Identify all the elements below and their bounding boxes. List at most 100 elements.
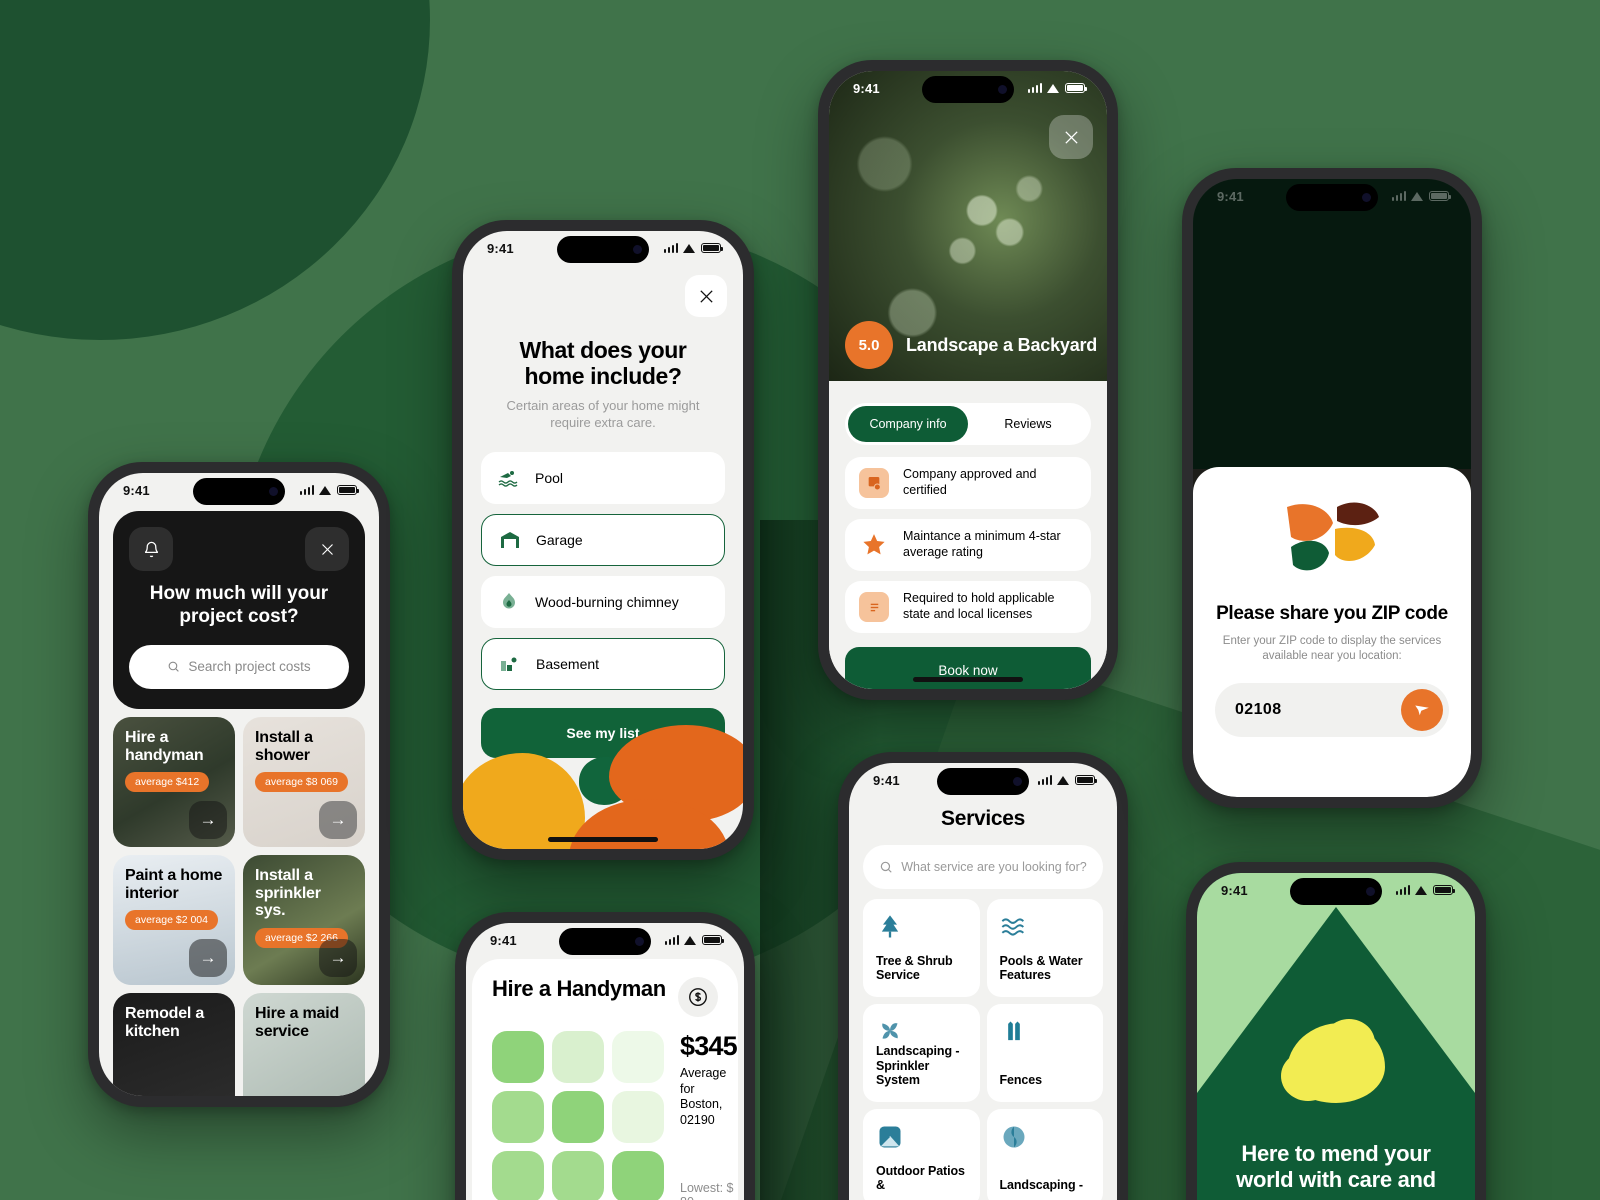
page-title: Landscape a Backyard	[906, 334, 1098, 355]
home-indicator	[913, 677, 1023, 682]
option-garage[interactable]: Garage	[481, 513, 725, 566]
close-icon[interactable]	[1049, 115, 1093, 159]
price-heatmap	[492, 1031, 664, 1200]
cellular-icon	[299, 485, 314, 495]
waves-icon	[1001, 918, 1024, 936]
project-card-title: Paint a home interior	[125, 866, 223, 902]
garage-icon	[501, 531, 519, 548]
option-basement[interactable]: Basement	[481, 637, 725, 690]
battery-icon	[1065, 83, 1087, 93]
project-card[interactable]: Paint a home interior average $2 004 →	[113, 854, 235, 985]
project-card-title: Hire a maid service	[255, 1004, 340, 1040]
project-card-title: Hire a handyman	[125, 728, 204, 764]
page-subtitle: Certain areas of your home might require…	[506, 397, 700, 430]
heatmap-cell	[612, 1091, 664, 1143]
project-card[interactable]: Install a sprinkler sys. average $2 266 …	[243, 854, 365, 985]
document-icon	[859, 592, 889, 622]
screen-handyman-price: 9:41 Hire a Handyman $345 Average for Bo…	[466, 923, 744, 1200]
service-label: Fences	[999, 1073, 1043, 1088]
arrow-right-icon[interactable]: →	[189, 938, 227, 977]
dynamic-island	[559, 928, 651, 955]
project-card[interactable]: Remodel a kitchen	[113, 992, 235, 1096]
decor-blob-yellow	[463, 753, 585, 849]
heatmap-cell	[492, 1091, 544, 1143]
wifi-icon	[1415, 885, 1428, 895]
wifi-icon	[319, 485, 332, 495]
battery-icon	[1075, 775, 1097, 785]
arrow-right-icon[interactable]: →	[319, 800, 357, 839]
header-row: Hire a Handyman	[472, 959, 738, 1017]
service-card[interactable]: Pools & Water Features	[986, 899, 1103, 997]
dollar-circle-icon[interactable]	[678, 977, 718, 1017]
sheet-subtitle: Enter your ZIP code to display the servi…	[1222, 634, 1442, 663]
arrow-right-icon[interactable]: →	[189, 800, 227, 839]
info-text: Company approved and certified	[903, 467, 1037, 497]
status-time: 9:41	[853, 80, 880, 96]
tab-reviews[interactable]: Reviews	[968, 406, 1088, 442]
bell-icon[interactable]	[129, 527, 173, 571]
close-icon[interactable]	[685, 275, 727, 317]
cellular-icon	[1395, 885, 1410, 895]
status-time: 9:41	[1221, 882, 1248, 898]
option-chimney[interactable]: Wood-burning chimney	[481, 575, 725, 628]
service-label: Outdoor Patios &	[876, 1163, 965, 1193]
info-row: Company approved and certified	[845, 457, 1091, 509]
dynamic-island	[1290, 878, 1382, 905]
info-row: Maintance a minimum 4-star average ratin…	[845, 519, 1091, 571]
cellular-icon	[663, 243, 678, 253]
rating-badge: 5.0	[845, 321, 893, 369]
search-input[interactable]: What service are you looking for?	[863, 845, 1103, 889]
options-list: Pool Garage Wood-burning chimney Basemen…	[481, 451, 725, 690]
book-now-button[interactable]: Book now	[845, 647, 1091, 689]
tab-company-info[interactable]: Company info	[848, 406, 968, 442]
project-card[interactable]: Install a shower average $8 069 →	[243, 716, 365, 847]
star-icon	[859, 530, 889, 560]
send-icon[interactable]	[1401, 688, 1443, 731]
zip-input[interactable]: 02108	[1215, 682, 1449, 737]
sheet-title: Please share you ZIP code	[1216, 603, 1448, 624]
project-card[interactable]: Hire a maid service	[243, 992, 365, 1096]
search-icon	[880, 861, 892, 873]
certificate-icon	[859, 468, 889, 498]
service-card[interactable]: Outdoor Patios &	[863, 1109, 980, 1200]
search-placeholder: Search project costs	[188, 659, 311, 675]
wifi-icon	[683, 243, 696, 253]
project-card[interactable]: Hire a handyman average $412 →	[113, 716, 235, 847]
card-header-row	[129, 527, 349, 571]
status-icons	[664, 935, 724, 945]
screen-project-cost: 9:41 How much will your project cost? Se…	[99, 473, 379, 1096]
option-pool[interactable]: Pool	[481, 451, 725, 504]
search-input[interactable]: Search project costs	[129, 644, 349, 689]
service-card[interactable]: Landscaping - Sprinkler System	[863, 1004, 980, 1102]
dynamic-island	[922, 76, 1014, 103]
sprinkler-icon	[882, 1023, 898, 1039]
screen-zip-code: 9:41 Hello, Lindsey! Please enter you Zi…	[1193, 179, 1471, 797]
service-card[interactable]: Landscaping -	[986, 1109, 1103, 1200]
pool-icon	[498, 470, 518, 487]
patio-icon	[879, 1126, 901, 1148]
project-card-badge: average $8 069	[255, 772, 348, 793]
service-card[interactable]: Tree & Shrub Service	[863, 899, 980, 997]
cellular-icon	[664, 935, 679, 945]
service-card[interactable]: Fences	[986, 1004, 1103, 1102]
option-label: Basement	[536, 655, 600, 672]
project-card-title: Remodel a kitchen	[125, 1004, 205, 1040]
project-card-title: Install a sprinkler sys.	[255, 866, 321, 920]
wifi-icon	[1047, 83, 1060, 93]
arrow-right-icon[interactable]: →	[319, 938, 357, 977]
service-label: Pools & Water Features	[999, 953, 1083, 983]
hero-title-row: 5.0 Landscape a Backyard	[829, 321, 1107, 369]
close-icon[interactable]	[305, 527, 349, 571]
flame-icon	[503, 592, 515, 609]
heatmap-cell	[612, 1031, 664, 1083]
onboarding-headline: Here to mend your world with care and	[1236, 1141, 1436, 1193]
phone-onboarding: 9:41 Here to mend your world with care a…	[1186, 862, 1486, 1200]
dynamic-island	[557, 236, 649, 263]
decor-circle-top-left	[0, 0, 430, 340]
service-label: Landscaping - Sprinkler System	[876, 1043, 960, 1088]
project-card-badge: average $412	[125, 772, 210, 793]
battery-icon	[337, 485, 359, 495]
project-card-badge: average $2 004	[125, 910, 218, 931]
dynamic-island	[193, 478, 285, 505]
option-label: Garage	[536, 531, 583, 548]
